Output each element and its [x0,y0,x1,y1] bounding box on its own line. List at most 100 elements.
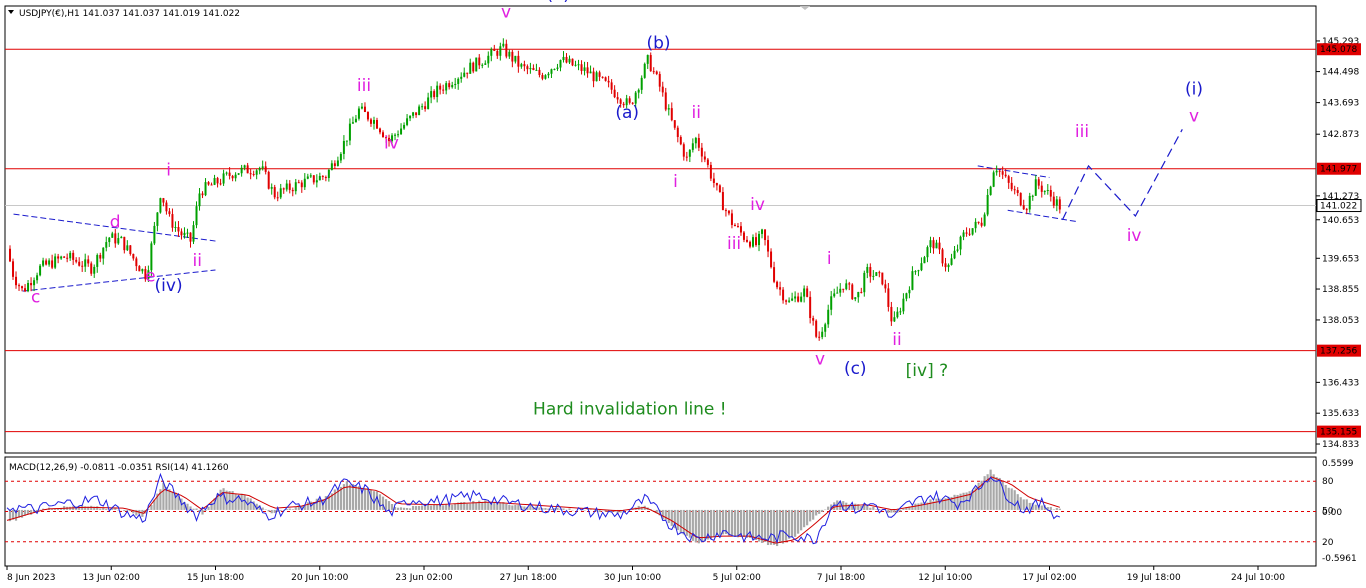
candle-body [541,75,544,79]
wave-label: iii [357,76,371,96]
candle-body [357,108,360,119]
candle-body [803,288,806,297]
time-label: 27 Jun 18:00 [500,573,557,583]
candle-body [303,178,306,188]
candle-body [258,168,261,171]
candle-body [947,264,950,268]
price-tick-label: 143.693 [1322,99,1359,109]
candle-body [748,241,751,247]
candle-body [231,175,234,179]
candle-body [442,89,445,91]
candle-body [481,64,484,66]
candle-body [559,60,562,68]
candle-body [812,318,815,321]
candle-body [640,77,643,90]
candle-body [992,172,995,187]
candle-body [761,229,764,234]
candle-body [758,233,761,246]
candle-body [676,127,679,137]
indicator-tick-label: -0.5961 [1322,554,1357,564]
candle-body [63,256,66,258]
time-label: 13 Jun 02:00 [83,573,140,583]
candle-body [682,144,685,157]
candle-body [598,72,601,77]
candle-body [670,108,673,121]
candle-body [824,324,827,332]
candle-body [469,62,472,74]
candle-body [667,108,670,110]
candle-body [517,55,520,67]
candle-body [162,198,165,203]
candle-body [312,175,315,183]
candle-body [90,263,93,274]
candle-body [544,75,547,79]
candle-body [794,296,797,299]
candle-body [496,50,499,56]
candle-body [643,63,646,78]
candle-body [736,226,739,228]
candle-body [207,182,210,185]
candle-body [499,46,502,56]
candle-body [9,248,12,262]
candle-body [658,73,661,87]
candle-body [363,106,366,113]
candle-body [351,122,354,124]
candle-body [785,300,788,302]
invalidation-annotation: Hard invalidation line ! [533,399,727,419]
indicator-tick-label: 0.00 [1322,508,1342,518]
candle-body [941,249,944,264]
candle-body [288,183,291,190]
wave-label: i [827,249,832,269]
wave-label: ii [193,251,202,271]
chart-canvas[interactable]: cde(iv)iiiiiiivv(v)(b)(a)iiiiviiiiv(c)ii… [0,0,1366,588]
candle-body [956,249,959,251]
candle-body [195,206,198,226]
candle-body [171,214,174,228]
candle-body [18,285,21,287]
candle-body [872,275,875,277]
candle-body [968,233,971,235]
candle-body [1037,179,1040,186]
candle-body [565,56,568,63]
candle-body [818,336,821,338]
candle-body [1034,179,1037,196]
candle-body [890,306,893,322]
candle-body [893,317,896,322]
candle-body [896,311,899,318]
time-label: 19 Jul 18:00 [1127,573,1181,583]
candle-body [974,221,977,229]
candle-body [745,239,748,242]
candle-body [57,256,60,259]
candle [571,58,574,67]
candle [718,184,721,193]
price-label: 135.155 [1320,428,1357,438]
candle-body [72,252,75,260]
wave-label: d [110,213,121,233]
wave-label: v [815,349,825,369]
candle-body [779,287,782,290]
candle-body [460,76,463,79]
candle-body [424,106,427,110]
candle-body [616,97,619,100]
candle-body [848,283,851,285]
candle-body [75,259,78,262]
candle-body [839,288,842,293]
candle-body [926,247,929,258]
candle-body [1016,190,1019,193]
price-label: 137.256 [1320,347,1357,357]
candle-body [950,258,953,265]
candle-body [730,213,733,225]
candle-body [339,153,342,161]
wave-label: ii [892,330,901,350]
candle-body [965,232,968,234]
candle-body [156,212,159,226]
candle-body [309,175,312,177]
price-label: 141.977 [1320,165,1357,175]
candle-body [475,57,478,72]
candle-body [782,289,785,301]
candle-body [764,229,767,241]
candle-body [869,267,872,277]
time-label: 8 Jun 2023 [7,573,55,583]
candle-body [327,169,330,179]
candle-body [1007,176,1010,183]
